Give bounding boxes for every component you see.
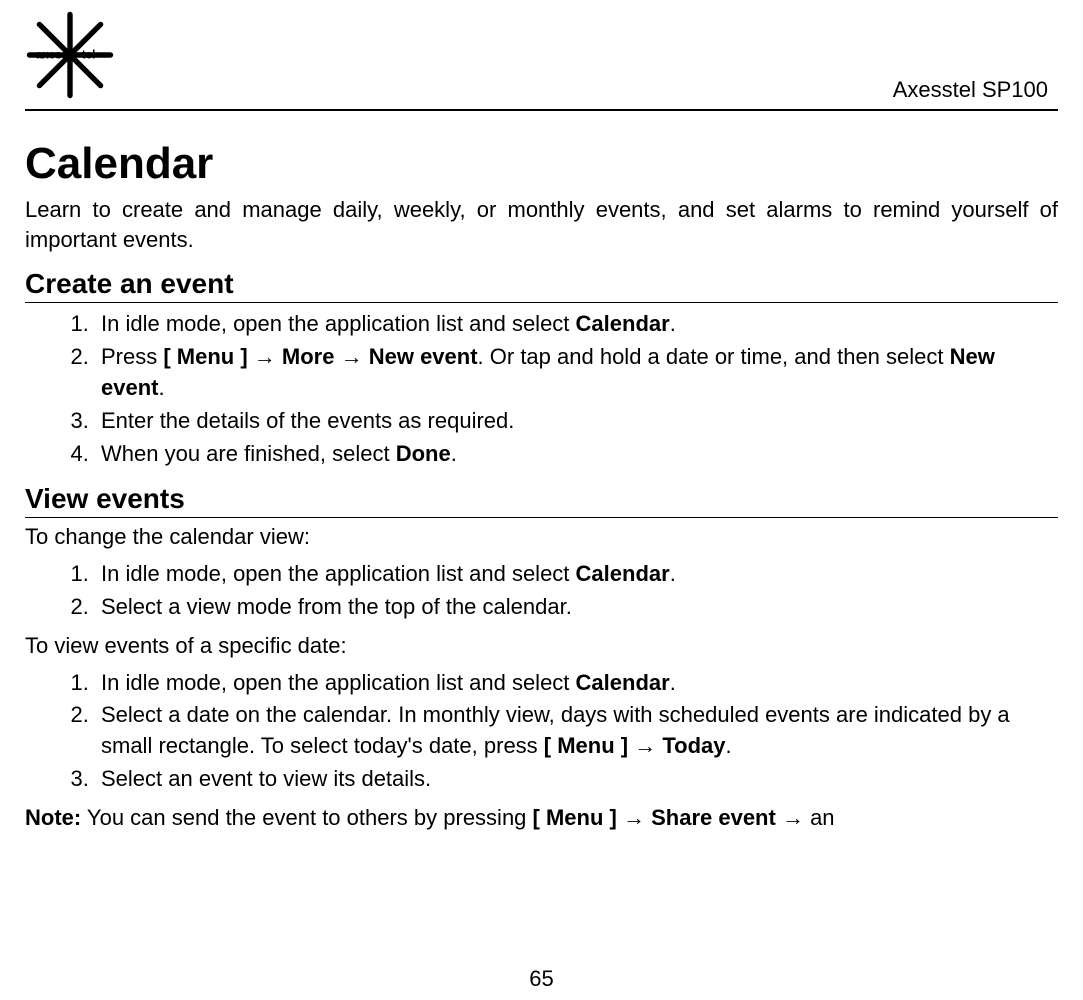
text-bold: Calendar bbox=[576, 561, 670, 586]
text: Press bbox=[101, 344, 163, 369]
list-item: In idle mode, open the application list … bbox=[95, 309, 1058, 340]
subhead-change-view: To change the calendar view: bbox=[25, 522, 1058, 553]
list-item: Select an event to view its details. bbox=[95, 764, 1058, 795]
list-item: In idle mode, open the application list … bbox=[95, 668, 1058, 699]
svg-text:axess: axess bbox=[36, 49, 69, 62]
subhead-specific-date: To view events of a specific date: bbox=[25, 631, 1058, 662]
list-item: Press [ Menu ] → More → New event. Or ta… bbox=[95, 342, 1058, 404]
text: . Or tap and hold a date or time, and th… bbox=[478, 344, 950, 369]
specific-date-steps: In idle mode, open the application list … bbox=[25, 668, 1058, 795]
arrow-icon: → bbox=[628, 733, 662, 758]
list-item: Enter the details of the events as requi… bbox=[95, 406, 1058, 437]
text: In idle mode, open the application list … bbox=[101, 311, 576, 336]
text-bold: Today bbox=[662, 733, 725, 758]
text: . bbox=[726, 733, 732, 758]
text: . bbox=[451, 441, 457, 466]
text-bold: Done bbox=[396, 441, 451, 466]
product-name: Axesstel SP100 bbox=[893, 77, 1058, 105]
axesstel-logo-icon: axess tel bbox=[25, 10, 115, 100]
page-title: Calendar bbox=[25, 139, 1058, 189]
text: an bbox=[810, 805, 834, 830]
arrow-icon: → bbox=[617, 805, 651, 830]
text: . bbox=[670, 311, 676, 336]
brand-logo: axess tel bbox=[25, 10, 115, 105]
page: axess tel Axesstel SP100 Calendar Learn … bbox=[0, 0, 1083, 1000]
intro-paragraph: Learn to create and manage daily, weekly… bbox=[25, 195, 1058, 254]
text-bold: More bbox=[282, 344, 335, 369]
text-bold: [ Menu ] bbox=[544, 733, 628, 758]
page-number: 65 bbox=[0, 966, 1083, 992]
list-item: When you are finished, select Done. bbox=[95, 439, 1058, 470]
text: . bbox=[670, 670, 676, 695]
list-item: Select a date on the calendar. In monthl… bbox=[95, 700, 1058, 762]
text: . bbox=[670, 561, 676, 586]
text-bold: Share event bbox=[651, 805, 776, 830]
text: When you are finished, select bbox=[101, 441, 396, 466]
arrow-icon: → bbox=[248, 344, 282, 369]
create-event-steps: In idle mode, open the application list … bbox=[25, 309, 1058, 469]
text-bold: Calendar bbox=[576, 670, 670, 695]
arrow-icon: → bbox=[776, 805, 810, 830]
text-bold: Calendar bbox=[576, 311, 670, 336]
list-item: In idle mode, open the application list … bbox=[95, 559, 1058, 590]
text-bold: [ Menu ] bbox=[533, 805, 617, 830]
text-bold: New event bbox=[369, 344, 478, 369]
list-item: Select a view mode from the top of the c… bbox=[95, 592, 1058, 623]
change-view-steps: In idle mode, open the application list … bbox=[25, 559, 1058, 623]
section-create-event-heading: Create an event bbox=[25, 268, 1058, 303]
text: In idle mode, open the application list … bbox=[101, 670, 576, 695]
note-paragraph: Note: You can send the event to others b… bbox=[25, 803, 1058, 834]
text: You can send the event to others by pres… bbox=[81, 805, 532, 830]
section-view-events-heading: View events bbox=[25, 483, 1058, 518]
text: . bbox=[158, 375, 164, 400]
arrow-icon: → bbox=[334, 344, 368, 369]
svg-text:tel: tel bbox=[82, 49, 96, 62]
page-header: axess tel Axesstel SP100 bbox=[25, 10, 1058, 111]
text-bold: [ Menu ] bbox=[163, 344, 247, 369]
text: In idle mode, open the application list … bbox=[101, 561, 576, 586]
note-label: Note: bbox=[25, 805, 81, 830]
